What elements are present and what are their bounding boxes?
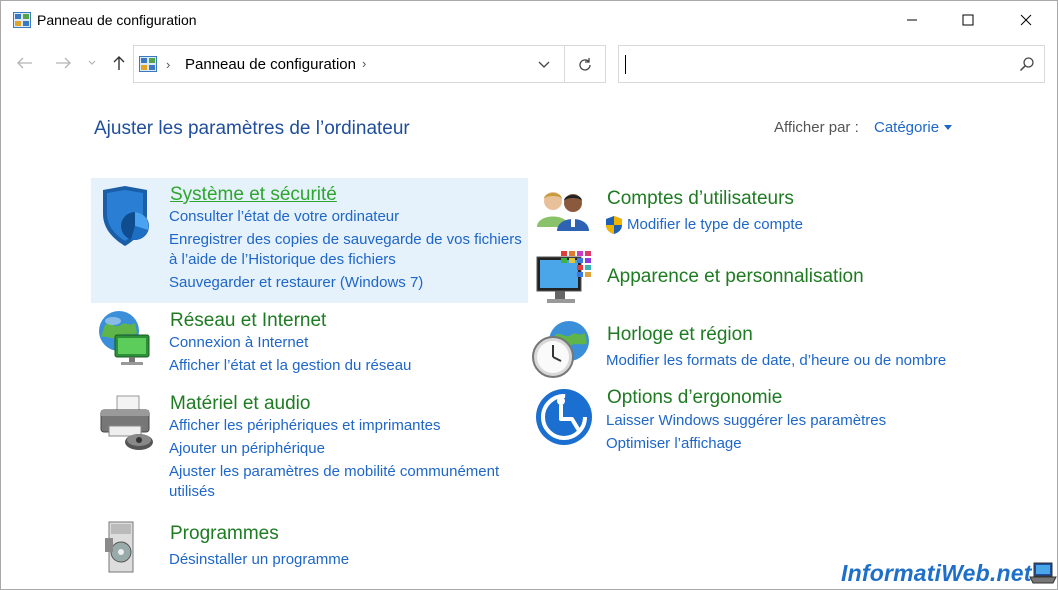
search-input[interactable] [625, 53, 1005, 75]
control-panel-window: Panneau de configuration › Panneau de co… [0, 0, 1058, 590]
view-by-label: Afficher par : [774, 119, 859, 136]
control-panel-icon [13, 12, 31, 28]
navigation-bar: › Panneau de configuration › [1, 39, 1057, 87]
link-uninstall-program[interactable]: Désinstaller un programme [169, 550, 349, 570]
view-by-dropdown[interactable]: Catégorie [874, 119, 939, 136]
link-optimize-display[interactable]: Optimiser l’affichage [606, 434, 742, 454]
window-title: Panneau de configuration [37, 12, 197, 28]
forward-icon[interactable] [53, 53, 73, 73]
breadcrumb-separator-icon[interactable]: › [166, 57, 170, 72]
link-add-device[interactable]: Ajouter un périphérique [169, 439, 325, 459]
category-network-internet[interactable]: Réseau et Internet [170, 310, 326, 332]
category-user-accounts[interactable]: Comptes d’utilisateurs [607, 188, 794, 210]
printer-hardware-icon[interactable] [95, 392, 159, 456]
programs-box-icon[interactable] [99, 518, 163, 582]
uac-shield-icon [605, 215, 623, 235]
laptop-logo-icon [1029, 561, 1057, 585]
appearance-monitor-icon[interactable] [535, 251, 599, 315]
link-backup-restore[interactable]: Sauvegarder et restaurer (Windows 7) [169, 273, 423, 293]
link-mobility-settings-cont[interactable]: utilisés [169, 482, 215, 502]
address-divider [564, 46, 565, 82]
watermark-text: InformatiWeb.net [841, 560, 1032, 586]
title-bar: Panneau de configuration [1, 1, 1057, 39]
close-button[interactable] [1003, 1, 1049, 39]
minimize-button[interactable] [889, 1, 935, 39]
view-by-chevron-icon[interactable] [944, 125, 952, 130]
search-box[interactable] [618, 45, 1045, 83]
category-hardware-sound[interactable]: Matériel et audio [170, 393, 310, 415]
back-icon[interactable] [15, 53, 35, 73]
maximize-button[interactable] [945, 1, 991, 39]
link-file-history-backup-cont[interactable]: à l’aide de l’Historique des fichiers [169, 250, 396, 270]
link-change-date-formats[interactable]: Modifier les formats de date, d’heure ou… [606, 351, 946, 371]
ease-of-access-icon[interactable] [534, 387, 598, 451]
user-accounts-icon[interactable] [533, 187, 597, 251]
link-connect-internet[interactable]: Connexion à Internet [169, 333, 308, 353]
recent-locations-chevron-icon[interactable] [85, 53, 99, 73]
link-file-history-backup[interactable]: Enregistrer des copies de sauvegarde de … [169, 230, 522, 250]
link-network-status[interactable]: Afficher l’état et la gestion du réseau [169, 356, 411, 376]
link-change-account-type[interactable]: Modifier le type de compte [627, 215, 803, 235]
link-check-computer-status[interactable]: Consulter l’état de votre ordinateur [169, 207, 399, 227]
text-caret [625, 55, 626, 74]
link-devices-printers[interactable]: Afficher les périphériques et imprimante… [169, 416, 441, 436]
clock-globe-icon[interactable] [531, 319, 595, 383]
breadcrumb-separator-icon[interactable]: › [362, 56, 366, 71]
refresh-icon[interactable] [572, 54, 598, 76]
control-panel-icon [139, 56, 157, 72]
address-bar[interactable]: › Panneau de configuration › [133, 45, 606, 83]
up-arrow-icon[interactable] [109, 53, 129, 73]
network-globe-icon[interactable] [95, 307, 159, 371]
category-system-security[interactable]: Système et sécurité [170, 184, 337, 206]
address-dropdown-chevron-icon[interactable] [532, 56, 556, 74]
shield-security-icon[interactable] [95, 184, 159, 248]
category-appearance-personalization[interactable]: Apparence et personnalisation [607, 266, 864, 288]
breadcrumb-control-panel[interactable]: Panneau de configuration [185, 56, 356, 73]
category-programs[interactable]: Programmes [170, 523, 279, 545]
page-heading: Ajuster les paramètres de l’ordinateur [94, 118, 410, 139]
category-ease-of-access[interactable]: Options d’ergonomie [607, 387, 782, 409]
link-mobility-settings[interactable]: Ajuster les paramètres de mobilité commu… [169, 462, 499, 482]
search-icon[interactable] [1019, 56, 1035, 72]
category-clock-region[interactable]: Horloge et région [607, 324, 753, 346]
link-windows-suggest-settings[interactable]: Laisser Windows suggérer les paramètres [606, 411, 886, 431]
